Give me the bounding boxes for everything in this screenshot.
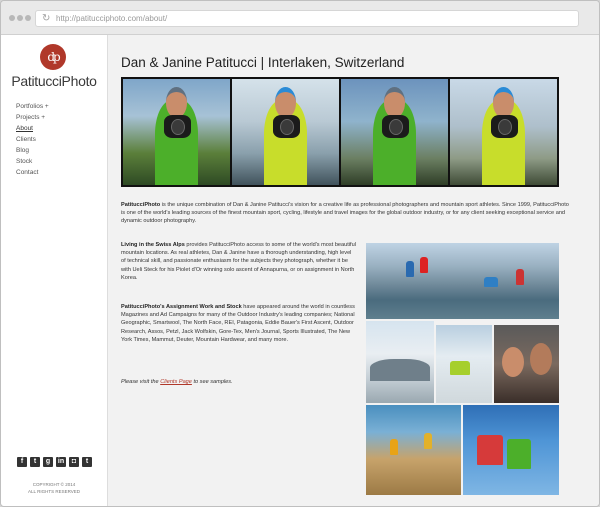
portrait-photo <box>450 79 557 185</box>
copyright-line-1: COPYRIGHT © 2014 <box>32 482 76 487</box>
collage-photo-paraglider <box>463 405 559 495</box>
nav-item-blog[interactable]: Blog <box>16 145 49 156</box>
address-url: http://patitucciphoto.com/about/ <box>56 14 168 23</box>
intro-text: is the unique combination of Dan & Janin… <box>121 202 569 225</box>
twitter-icon[interactable]: t <box>30 457 40 467</box>
browser-window: ↻ http://patitucciphoto.com/about/ dp Pa… <box>0 0 600 507</box>
portrait-photo <box>232 79 339 185</box>
nav-item-portfolios[interactable]: Portfolios + <box>16 101 49 112</box>
window-zoom-dot[interactable] <box>25 15 31 21</box>
portrait-strip <box>121 77 559 187</box>
assignment-paragraph: PatitucciPhoto's Assignment Work and Sto… <box>121 303 356 344</box>
swiss-alps-bold: Living in the Swiss Alps <box>121 242 185 248</box>
google-plus-icon[interactable]: g <box>43 457 53 467</box>
nav-item-contact[interactable]: Contact <box>16 167 49 178</box>
copyright-line-2: ALL RIGHTS RESERVED <box>27 489 81 494</box>
intro-bold: PatitucciPhoto <box>121 202 161 208</box>
facebook-icon[interactable]: f <box>17 457 27 467</box>
site-logo[interactable]: dp <box>40 44 66 70</box>
clients-pre: Please visit the <box>121 379 161 385</box>
intro-paragraph: PatitucciPhoto is the unique combination… <box>121 201 571 226</box>
collage-photo-coast-runners <box>366 405 461 495</box>
camera-shape <box>490 115 519 139</box>
copyright: COPYRIGHT © 2014 ALL RIGHTS RESERVED <box>1 481 107 495</box>
address-bar[interactable]: ↻ http://patitucciphoto.com/about/ <box>35 10 579 27</box>
collage-photo-snow-climber <box>436 325 492 403</box>
brand-name[interactable]: PatitucciPhoto <box>1 73 107 89</box>
camera-shape <box>381 115 410 139</box>
camera-shape <box>272 115 301 139</box>
window-close-dot[interactable] <box>9 15 15 21</box>
instagram-icon[interactable]: ◘ <box>69 457 79 467</box>
portrait-photo <box>341 79 448 185</box>
collage-photo-peak <box>366 321 434 403</box>
page-title: Dan & Janine Patitucci | Interlaken, Swi… <box>121 55 405 70</box>
portrait-photo <box>123 79 230 185</box>
window-minimize-dot[interactable] <box>17 15 23 21</box>
photo-collage <box>366 243 560 495</box>
browser-toolbar: ↻ http://patitucciphoto.com/about/ <box>1 1 599 35</box>
nav-item-stock[interactable]: Stock <box>16 156 49 167</box>
collage-photo-lake <box>366 243 559 319</box>
camera-shape <box>163 115 192 139</box>
nav-item-projects[interactable]: Projects + <box>16 112 49 123</box>
sidebar-nav: Portfolios + Projects + About Clients Bl… <box>16 101 49 178</box>
linkedin-icon[interactable]: in <box>56 457 66 467</box>
clients-paragraph: Please visit the Clients Page to see sam… <box>121 378 356 386</box>
clients-post: to see samples. <box>191 379 233 385</box>
tumblr-icon[interactable]: t <box>82 457 92 467</box>
assignment-bold: PatitucciPhoto's Assignment Work and Sto… <box>121 304 242 310</box>
nav-item-clients[interactable]: Clients <box>16 134 49 145</box>
nav-item-about[interactable]: About <box>16 123 49 134</box>
social-links: f t g in ◘ t <box>17 457 92 467</box>
sidebar: dp PatitucciPhoto Portfolios + Projects … <box>1 35 108 506</box>
collage-photo-selfie <box>494 325 559 403</box>
reload-icon[interactable]: ↻ <box>42 11 50 26</box>
main-content: Dan & Janine Patitucci | Interlaken, Swi… <box>108 35 599 506</box>
clients-page-link[interactable]: Clients Page <box>160 379 192 385</box>
swiss-alps-paragraph: Living in the Swiss Alps provides Patitu… <box>121 241 356 282</box>
